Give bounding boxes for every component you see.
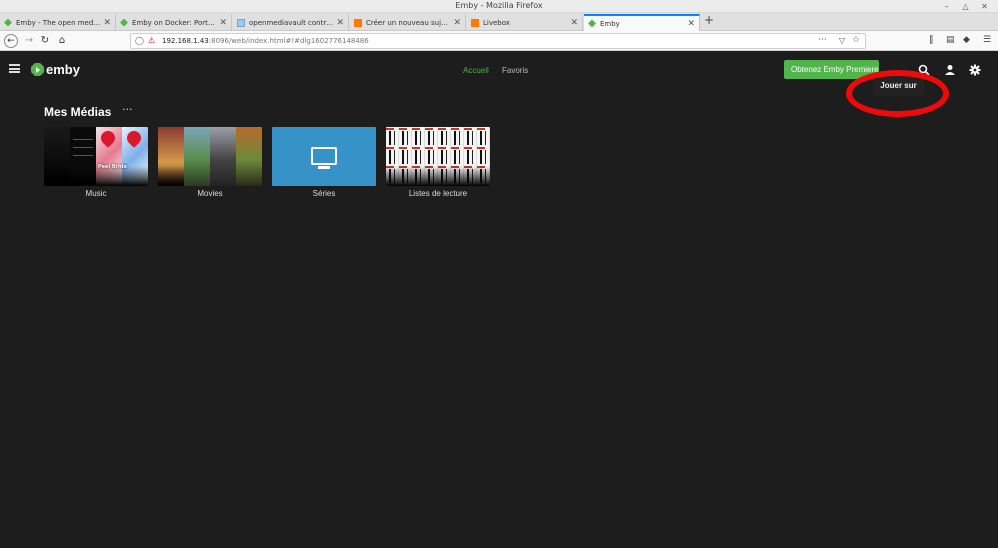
emby-icon <box>588 19 596 28</box>
library-card-music[interactable]: Peel Bride <box>44 127 148 186</box>
close-tab-icon[interactable]: ✕ <box>103 18 111 28</box>
url-host: 192.168.1.43 <box>162 37 209 45</box>
pocket-icon[interactable]: ▽ <box>839 36 845 45</box>
minimize-icon[interactable]: – <box>942 2 951 11</box>
tv-stand-icon <box>318 166 330 169</box>
shield-icon[interactable]: ◯ <box>135 36 144 45</box>
orange-icon <box>354 18 362 27</box>
orange-icon <box>471 18 479 27</box>
library-card-series[interactable] <box>272 127 376 186</box>
insecure-lock-icon[interactable]: ⚠ <box>148 36 155 45</box>
emby-icon <box>4 18 12 27</box>
close-tab-icon[interactable]: ✕ <box>570 18 578 28</box>
sidebar-icon[interactable]: ▤ <box>946 35 955 45</box>
url-path: :8096/web/index.html#!#dlg1602776148486 <box>208 37 369 45</box>
library-label-series[interactable]: Séries <box>272 189 376 198</box>
play-on-tooltip: Jouer sur <box>873 76 924 96</box>
library-label-playlists[interactable]: Listes de lecture <box>386 189 490 198</box>
tab-creer-sujet[interactable]: Créer un nouveau sujet - C ✕ <box>350 14 466 31</box>
close-tab-icon[interactable]: ✕ <box>336 18 344 28</box>
back-icon[interactable]: ← <box>4 34 18 48</box>
bookmark-star-icon[interactable]: ☆ <box>852 35 860 45</box>
search-icon[interactable] <box>918 64 930 76</box>
library-card-playlists[interactable] <box>386 127 490 186</box>
url-bar[interactable]: ◯ ⚠ 192.168.1.43:8096/web/index.html#!#d… <box>130 33 866 49</box>
nav-favoris[interactable]: Favoris <box>502 66 528 75</box>
forward-icon[interactable]: → <box>22 34 36 48</box>
library-label-movies[interactable]: Movies <box>158 189 262 198</box>
tab-label: Emby <box>600 19 620 28</box>
tab-label: Livebox <box>483 18 510 27</box>
tv-icon <box>311 147 337 165</box>
emby-logo[interactable]: emby <box>31 62 80 77</box>
section-title: Mes Médias <box>44 105 112 119</box>
extension-icon[interactable]: ◆ <box>963 35 970 45</box>
tab-emby-open-media[interactable]: Emby - The open media sol ✕ <box>0 14 116 31</box>
tab-strip: Emby - The open media sol ✕ Emby on Dock… <box>0 13 998 31</box>
library-icon[interactable]: ‖ <box>929 35 934 45</box>
navigation-bar: ← → ↻ ⌂ ◯ ⚠ 192.168.1.43:8096/web/index.… <box>0 31 998 51</box>
close-window-icon[interactable]: ✕ <box>980 2 989 11</box>
more-options-icon[interactable]: ··· <box>122 103 133 116</box>
close-tab-icon[interactable]: ✕ <box>453 18 461 28</box>
emby-icon <box>120 18 128 27</box>
tab-emby[interactable]: Emby ✕ <box>584 14 700 31</box>
emby-app: emby Accueil Favoris Obtenez Emby Premie… <box>0 52 998 548</box>
close-tab-icon[interactable]: ✕ <box>219 18 227 28</box>
tab-label: openmediavault control pa <box>249 18 333 27</box>
tab-label: Emby on Docker: Port for D <box>132 18 217 27</box>
new-tab-icon[interactable]: + <box>704 13 714 27</box>
get-premiere-button[interactable]: Obtenez Emby Premiere <box>784 60 879 79</box>
menu-icon[interactable]: ☰ <box>983 35 991 45</box>
emby-logo-icon <box>31 63 44 76</box>
nav-accueil[interactable]: Accueil <box>463 66 489 75</box>
hamburger-menu-icon[interactable] <box>9 64 20 73</box>
library-card-movies[interactable] <box>158 127 262 186</box>
page-actions-icon[interactable]: ⋯ <box>818 35 827 45</box>
window-titlebar: Emby - Mozilla Firefox – △ ✕ <box>0 0 998 13</box>
reload-icon[interactable]: ↻ <box>38 34 52 48</box>
tab-emby-docker[interactable]: Emby on Docker: Port for D ✕ <box>116 14 232 31</box>
close-tab-icon[interactable]: ✕ <box>687 19 695 29</box>
home-icon[interactable]: ⌂ <box>55 34 69 48</box>
omv-icon <box>237 18 245 27</box>
user-icon[interactable] <box>944 64 956 76</box>
url-text[interactable]: 192.168.1.43:8096/web/index.html#!#dlg16… <box>162 37 369 45</box>
window-title: Emby - Mozilla Firefox <box>455 1 543 10</box>
maximize-icon[interactable]: △ <box>961 2 970 11</box>
tab-livebox[interactable]: Livebox ✕ <box>467 14 583 31</box>
library-label-music[interactable]: Music <box>44 189 148 198</box>
gear-icon[interactable] <box>969 64 981 76</box>
logo-text: emby <box>46 62 80 77</box>
tab-label: Emby - The open media sol <box>16 18 100 27</box>
tab-openmediavault[interactable]: openmediavault control pa ✕ <box>233 14 349 31</box>
tab-label: Créer un nouveau sujet - C <box>366 18 450 27</box>
